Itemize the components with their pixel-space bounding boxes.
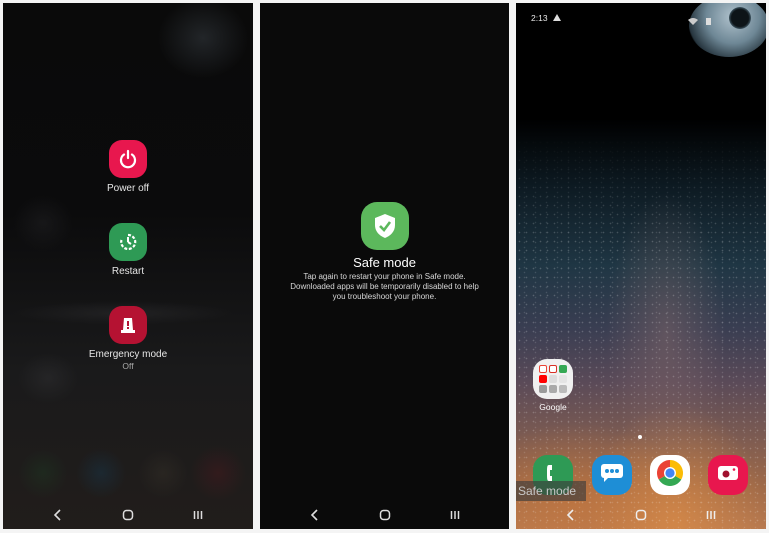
recents-icon[interactable] (190, 507, 206, 523)
gmail-icon (549, 365, 557, 373)
wifi-icon (688, 12, 698, 30)
warning-icon (552, 13, 561, 23)
power-off-label: Power off (106, 183, 150, 194)
safe-mode-description: Tap again to restart your phone in Safe … (260, 272, 509, 302)
home-icon[interactable] (120, 507, 136, 523)
clock: 2:13 (531, 13, 548, 23)
chrome-icon (656, 459, 684, 492)
emergency-siren-icon (109, 306, 147, 344)
play-movies-icon (539, 385, 547, 393)
youtube-icon (539, 375, 547, 383)
home-icon[interactable] (377, 507, 393, 523)
back-icon[interactable] (50, 507, 66, 523)
play-store-icon (559, 375, 567, 383)
restart-option[interactable]: Restart (3, 223, 253, 277)
restart-label: Restart (111, 266, 145, 277)
power-icon (109, 140, 147, 178)
safe-mode-option[interactable]: Safe mode Tap again to restart your phon… (260, 202, 509, 302)
camera-app[interactable] (708, 455, 748, 495)
safe-mode-badge: Safe mode (516, 481, 586, 501)
wallpaper-stars (516, 3, 766, 529)
power-menu-screen: Power off Restart Emergency mode Off (3, 3, 253, 529)
status-bar: 2:13 (531, 13, 561, 23)
emergency-mode-label: Emergency mode (88, 349, 168, 360)
page-indicator (638, 435, 642, 439)
emergency-mode-status: Off (122, 361, 134, 371)
maps-icon (559, 365, 567, 373)
navigation-bar (516, 501, 766, 529)
wallpaper-death-star-dish (729, 7, 751, 29)
home-screen: 2:13 Google Safe mode (516, 3, 766, 529)
chrome-app[interactable] (650, 455, 690, 495)
description-line: you troubleshoot your phone. (332, 292, 437, 301)
safe-mode-title: Safe mode (353, 255, 416, 270)
safe-mode-prompt-screen: Safe mode Tap again to restart your phon… (260, 3, 509, 529)
google-folder-label: Google (539, 402, 567, 412)
folder-app-grid (539, 365, 567, 393)
description-line: Downloaded apps will be temporarily disa… (290, 282, 479, 291)
google-folder[interactable] (533, 359, 573, 399)
duo-icon (549, 385, 557, 393)
camera-icon (716, 463, 740, 488)
description-line: Tap again to restart your phone in Safe … (303, 272, 466, 281)
drive-icon (549, 375, 557, 383)
messages-app[interactable] (592, 455, 632, 495)
back-icon[interactable] (563, 507, 579, 523)
status-icons (688, 12, 711, 30)
voice-icon (559, 385, 567, 393)
battery-icon (706, 12, 711, 30)
restart-icon (109, 223, 147, 261)
message-icon (600, 463, 624, 488)
recents-icon[interactable] (703, 507, 719, 523)
recents-icon[interactable] (447, 507, 463, 523)
home-icon[interactable] (633, 507, 649, 523)
google-icon (539, 365, 547, 373)
emergency-mode-option[interactable]: Emergency mode Off (3, 306, 253, 371)
shield-check-icon (360, 202, 409, 250)
power-off-option[interactable]: Power off (3, 140, 253, 194)
back-icon[interactable] (307, 507, 323, 523)
navigation-bar (260, 501, 509, 529)
navigation-bar (3, 501, 253, 529)
